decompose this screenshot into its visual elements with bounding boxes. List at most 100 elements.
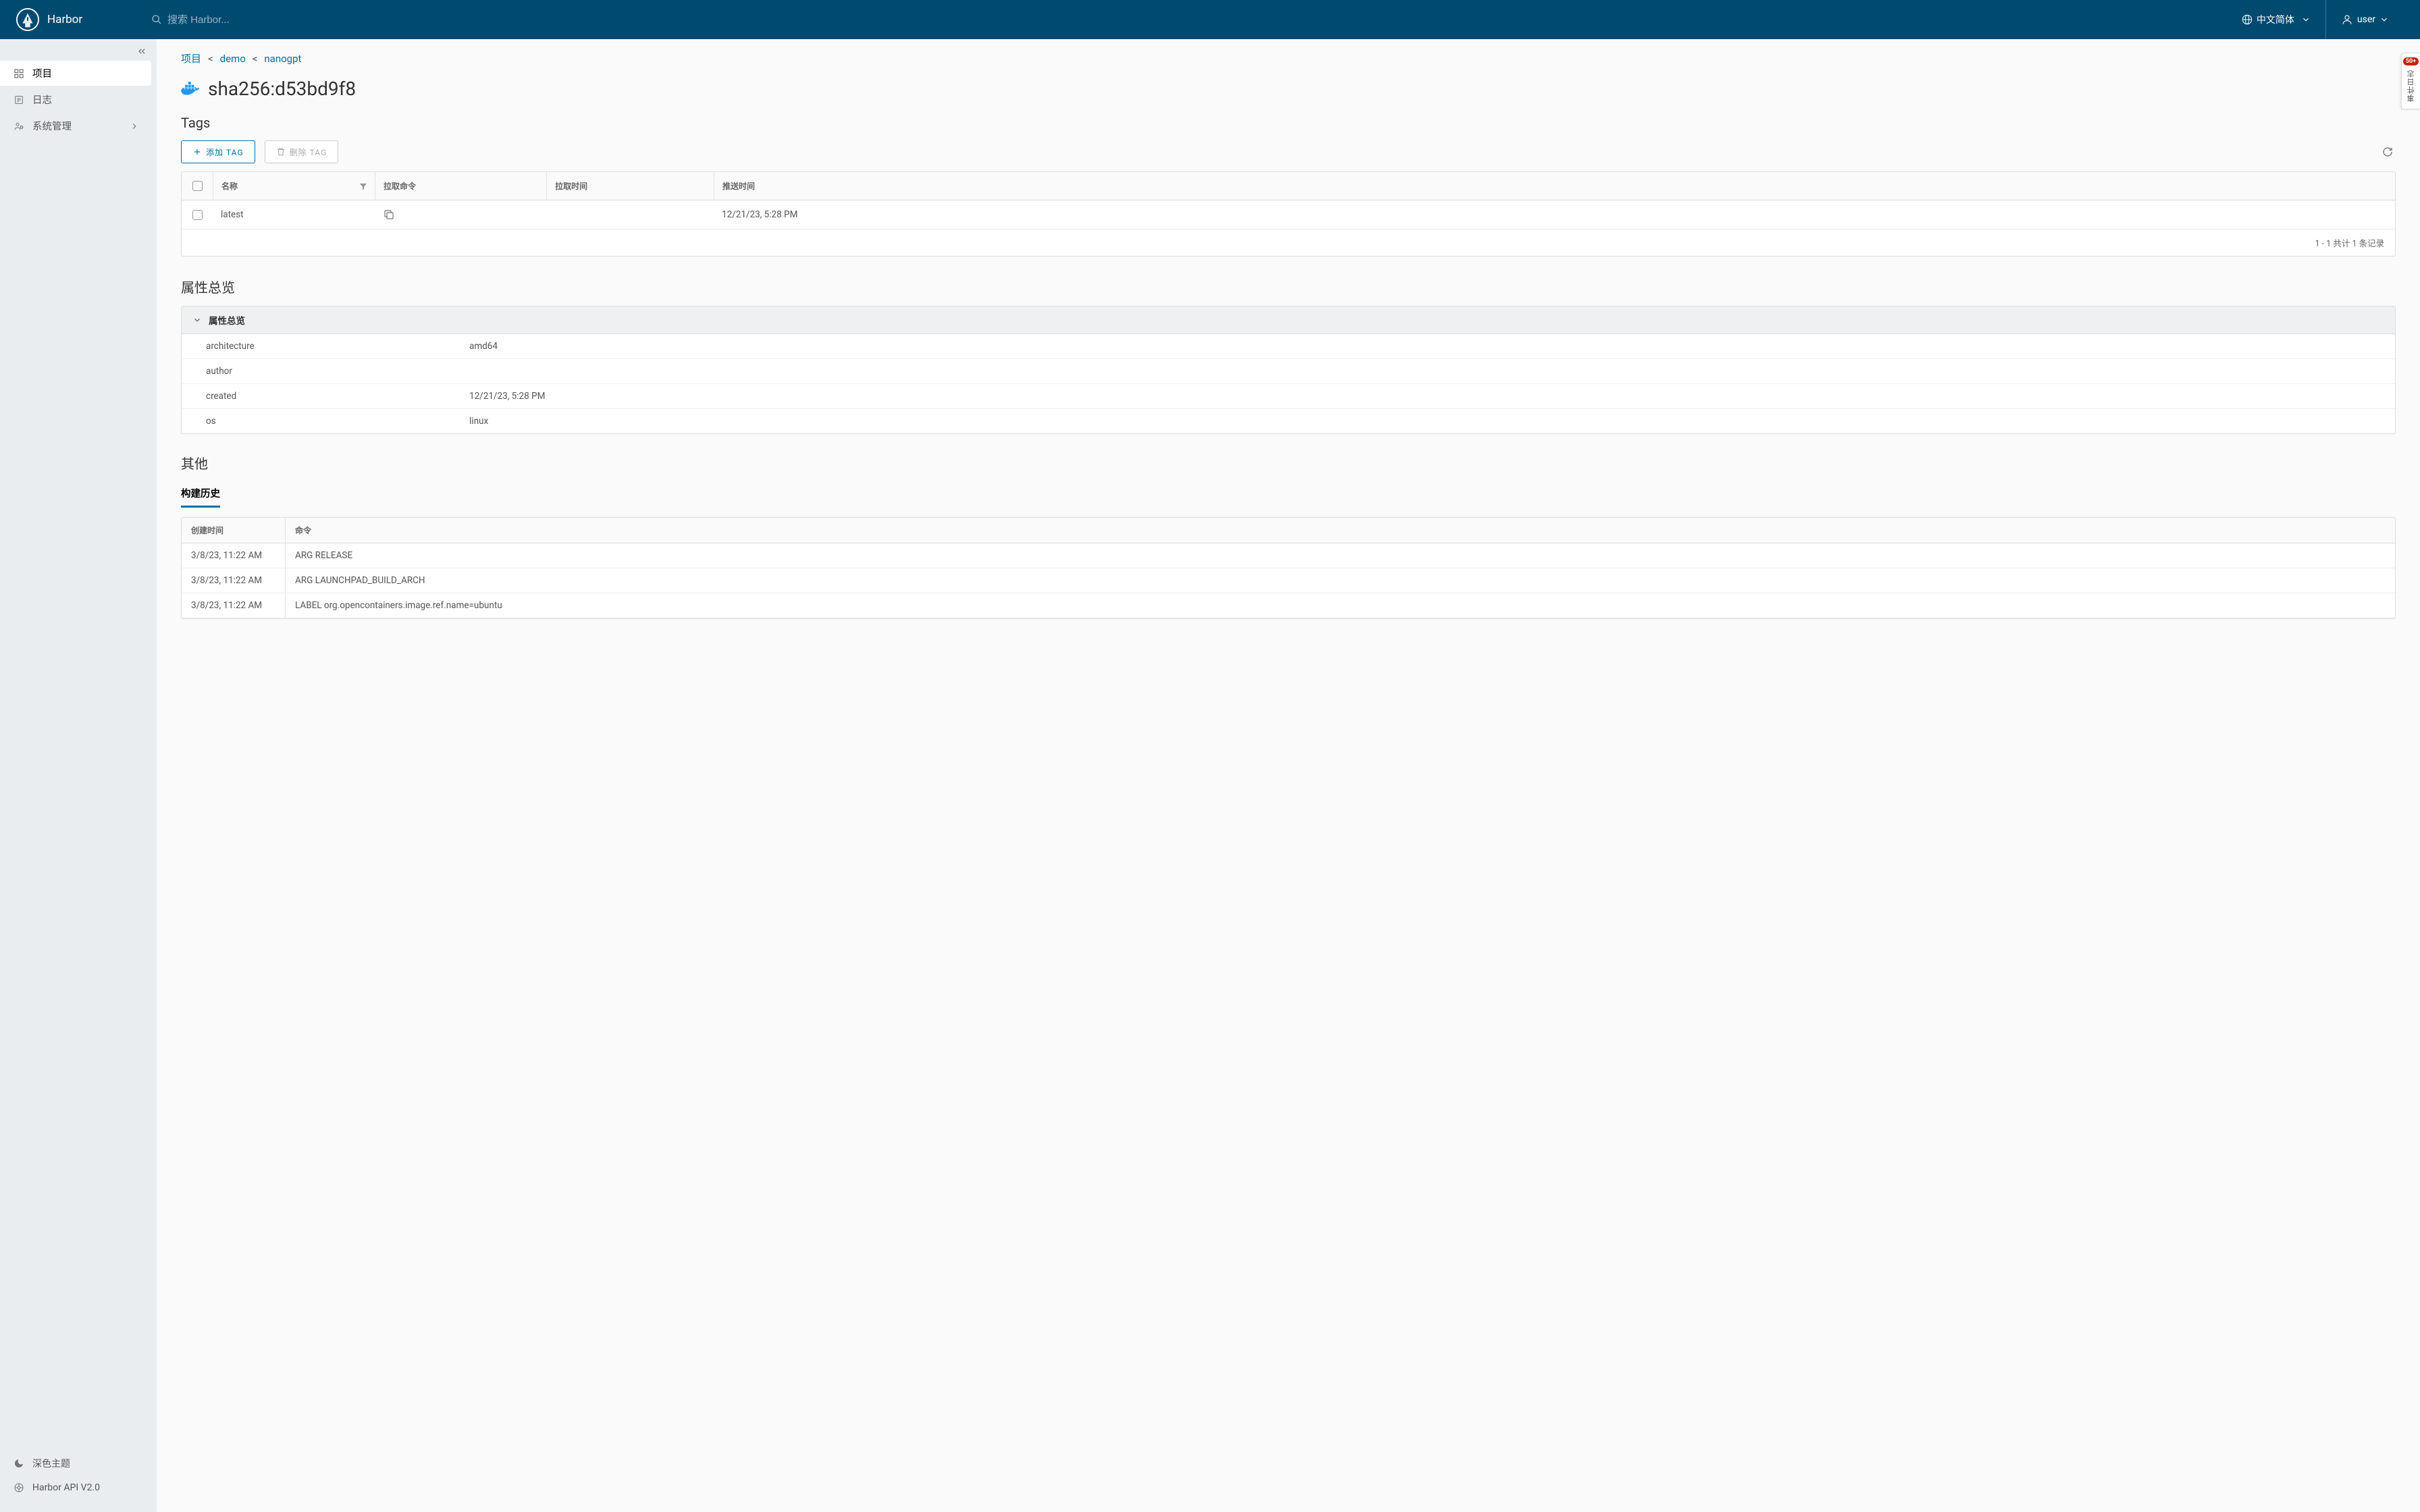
language-selector[interactable]: 中文简体 (2227, 0, 2325, 39)
remove-tag-button: 删除 TAG (265, 140, 339, 163)
app-header: Harbor 中文简体 user (0, 0, 2420, 39)
harbor-logo-icon (16, 8, 39, 31)
others-section-title: 其他 (181, 453, 2396, 473)
overview-key: architecture (182, 334, 458, 358)
nav-item-logs[interactable]: 日志 (0, 87, 151, 112)
col-cmd-header[interactable]: 命令 (286, 518, 2395, 543)
nav-list: 项目 日志 系统管理 (0, 61, 157, 140)
breadcrumb-repo[interactable]: nanogpt (264, 53, 301, 65)
add-tag-label: 添加 TAG (206, 146, 244, 158)
col-name-header[interactable]: 名称 (213, 172, 375, 200)
breadcrumb-projects[interactable]: 项目 (181, 51, 201, 65)
nav-label: 项目 (32, 66, 52, 80)
header-right: 中文简体 user (2227, 0, 2404, 39)
sidebar: 项目 日志 系统管理 (0, 39, 157, 1512)
overview-row: created 12/21/23, 5:28 PM (182, 384, 2395, 409)
api-label: Harbor API V2.0 (32, 1482, 100, 1493)
nav-label: 系统管理 (32, 119, 72, 133)
search-icon (151, 14, 162, 25)
tags-table: 名称 拉取命令 拉取时间 推送时间 latest 12/21/23, 5:28 … (181, 171, 2396, 256)
accordion-header[interactable]: 属性总览 (182, 306, 2395, 334)
event-log-badge[interactable]: 50+ 事件日志 (2401, 53, 2420, 109)
accordion-title: 属性总览 (209, 313, 245, 327)
logo-area: Harbor (16, 8, 138, 31)
collapse-icon (136, 46, 147, 57)
history-table-header: 创建时间 命令 (182, 518, 2395, 543)
user-label: user (2357, 14, 2375, 25)
history-created: 3/8/23, 11:22 AM (182, 593, 286, 618)
badge-count: 50+ (2403, 57, 2419, 65)
chevron-down-icon (192, 315, 202, 325)
others-tabs: 构建历史 (181, 482, 2396, 508)
language-label: 中文简体 (2257, 13, 2294, 26)
breadcrumbs: 项目 < demo < nanogpt (181, 51, 2396, 65)
plus-icon (192, 147, 202, 157)
theme-label: 深色主题 (32, 1457, 70, 1470)
brand-text: Harbor (47, 13, 82, 26)
sidebar-bottom: 深色主题 Harbor API V2.0 (0, 1447, 157, 1512)
list-icon (14, 94, 24, 105)
nav-item-projects[interactable]: 项目 (0, 61, 151, 86)
tags-table-row[interactable]: latest 12/21/23, 5:28 PM (182, 200, 2395, 230)
search-input[interactable] (167, 14, 302, 26)
select-all-cell[interactable] (182, 172, 213, 200)
tags-table-header: 名称 拉取命令 拉取时间 推送时间 (182, 172, 2395, 200)
col-pulltime-header[interactable]: 拉取时间 (546, 172, 714, 200)
history-cmd: ARG RELEASE (286, 543, 2395, 568)
col-created-header[interactable]: 创建时间 (182, 518, 286, 543)
sidebar-collapse-button[interactable] (0, 39, 157, 61)
user-menu[interactable]: user (2325, 0, 2404, 39)
api-link[interactable]: Harbor API V2.0 (0, 1477, 157, 1498)
overview-val (458, 359, 2395, 383)
theme-toggle[interactable]: 深色主题 (0, 1451, 157, 1476)
filter-icon[interactable] (359, 182, 368, 191)
overview-key: author (182, 359, 458, 383)
history-row: 3/8/23, 11:22 AM ARG LAUNCHPAD_BUILD_ARC… (182, 568, 2395, 593)
copy-icon[interactable] (383, 209, 395, 221)
breadcrumb-project[interactable]: demo (220, 53, 246, 65)
row-pulltime (546, 200, 714, 229)
history-created: 3/8/23, 11:22 AM (182, 543, 286, 568)
refresh-icon (2382, 146, 2393, 157)
overview-row: architecture amd64 (182, 334, 2395, 359)
badge-label: 事件日志 (2406, 70, 2417, 102)
page-title-row: sha256:d53bd9f8 (181, 78, 2396, 100)
search-box[interactable] (151, 14, 354, 26)
history-created: 3/8/23, 11:22 AM (182, 568, 286, 593)
tab-build-history[interactable]: 构建历史 (181, 482, 220, 508)
grid-icon (14, 68, 24, 79)
admin-icon (14, 121, 24, 132)
row-pushtime: 12/21/23, 5:28 PM (714, 200, 2395, 229)
overview-val: 12/21/23, 5:28 PM (458, 384, 2395, 408)
overview-accordion: 属性总览 architecture amd64 author created 1… (181, 306, 2396, 434)
history-cmd: ARG LAUNCHPAD_BUILD_ARCH (286, 568, 2395, 593)
row-select[interactable] (182, 200, 213, 229)
history-cmd: LABEL org.opencontainers.image.ref.name=… (286, 593, 2395, 618)
col-pushtime-header[interactable]: 推送时间 (714, 172, 2395, 200)
chevron-down-icon (2379, 15, 2389, 24)
main-content: 项目 < demo < nanogpt sha256:d53bd9f8 Tags (157, 39, 2420, 1512)
history-table: 创建时间 命令 3/8/23, 11:22 AM ARG RELEASE 3/8… (181, 517, 2396, 619)
overview-val: linux (458, 409, 2395, 433)
nav-item-admin[interactable]: 系统管理 (0, 113, 151, 138)
globe-icon (2242, 14, 2253, 25)
checkbox-icon[interactable] (192, 210, 203, 220)
moon-icon (14, 1458, 24, 1469)
artifact-digest: sha256:d53bd9f8 (208, 78, 356, 100)
overview-key: os (182, 409, 458, 433)
user-icon (2341, 14, 2353, 26)
overview-val: amd64 (458, 334, 2395, 358)
checkbox-icon[interactable] (192, 181, 203, 191)
api-icon (14, 1482, 24, 1493)
overview-row: os linux (182, 409, 2395, 433)
col-pullcmd-header[interactable]: 拉取命令 (375, 172, 546, 200)
row-name: latest (213, 200, 375, 229)
breadcrumb-sep: < (208, 53, 213, 65)
breadcrumb-sep: < (253, 53, 258, 65)
refresh-button[interactable] (2379, 144, 2396, 160)
overview-key: created (182, 384, 458, 408)
add-tag-button[interactable]: 添加 TAG (181, 140, 255, 163)
tags-table-footer: 1 - 1 共计 1 条记录 (182, 230, 2395, 256)
overview-section-title: 属性总览 (181, 277, 2396, 296)
tags-section-title: Tags (181, 115, 2396, 131)
